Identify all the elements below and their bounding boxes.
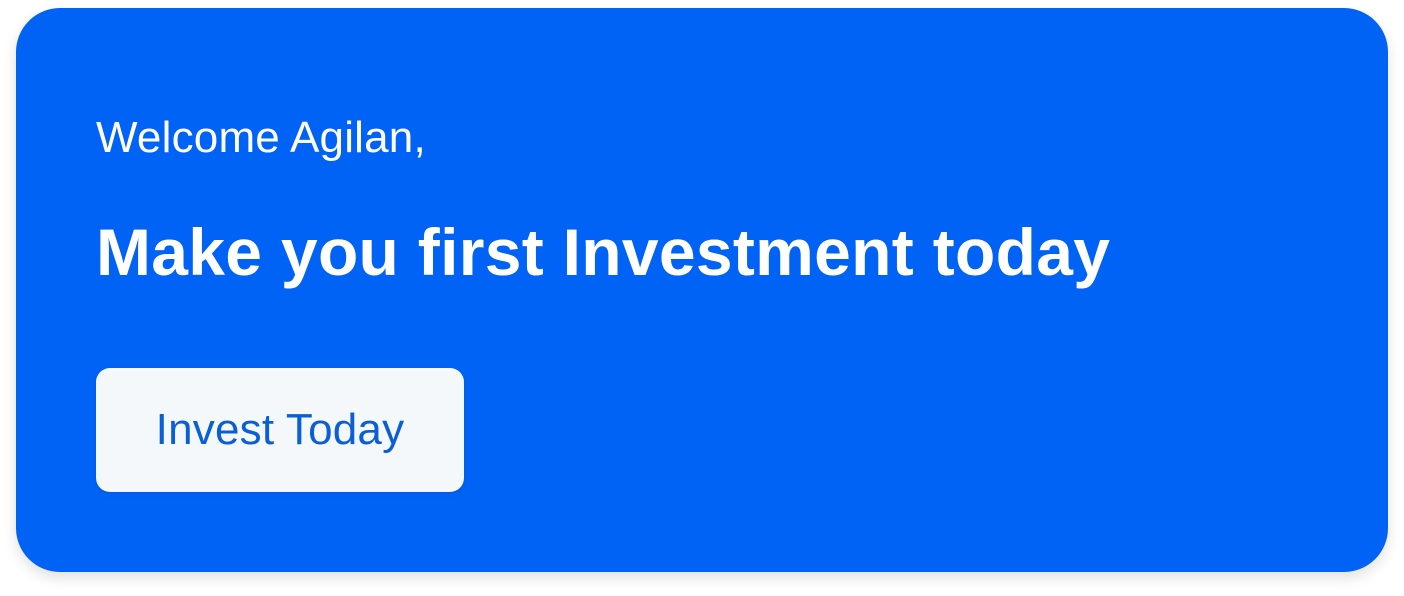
greeting-text: Welcome Agilan, bbox=[96, 113, 426, 162]
invest-today-button[interactable]: Invest Today bbox=[96, 368, 464, 492]
welcome-banner: Welcome Agilan, Make you first Investmen… bbox=[16, 8, 1388, 572]
banner-headline: Make you first Investment today bbox=[96, 215, 1111, 289]
invest-today-button-label: Invest Today bbox=[155, 405, 405, 454]
